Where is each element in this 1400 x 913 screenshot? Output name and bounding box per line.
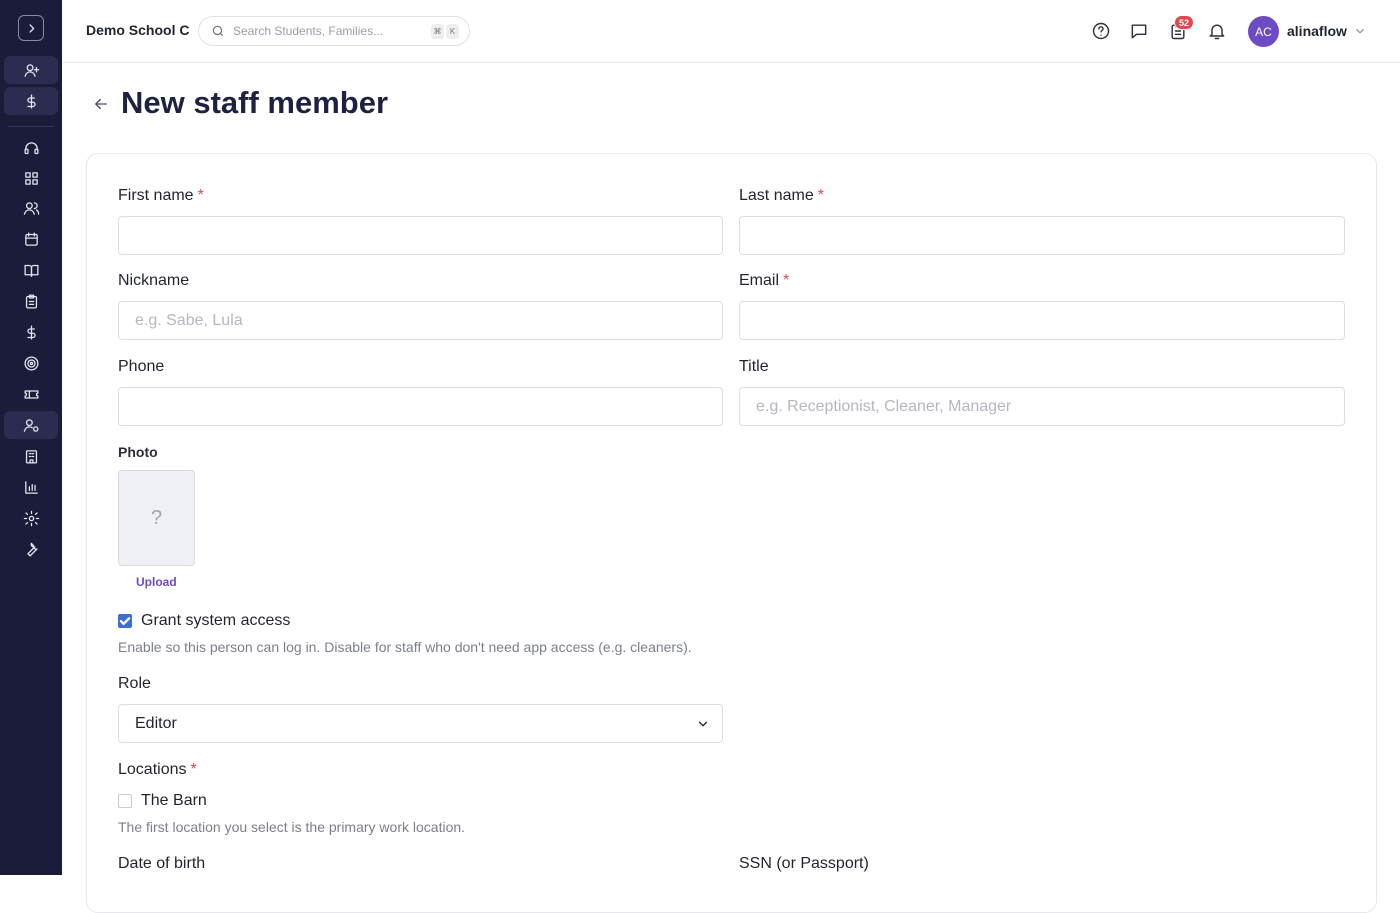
search-input[interactable]: Search Students, Families... ⌘ K xyxy=(198,16,470,46)
avatar[interactable]: AC xyxy=(1248,16,1279,47)
calendar-icon xyxy=(24,231,38,246)
notification-count-badge: 52 xyxy=(1174,15,1195,30)
location-option-label[interactable]: The Barn xyxy=(141,792,207,810)
chat-icon xyxy=(1131,24,1147,39)
photo-placeholder-glyph: ? xyxy=(150,506,163,529)
sidebar-item-settings[interactable] xyxy=(4,504,58,532)
book-icon xyxy=(23,264,39,277)
dashboard-icon xyxy=(24,171,38,185)
first-name-field[interactable] xyxy=(118,216,723,255)
sidebar-item-reports[interactable] xyxy=(4,473,58,501)
sidebar-item-assessments[interactable] xyxy=(4,287,58,315)
checkmark-icon xyxy=(119,617,131,625)
required-marker: * xyxy=(817,187,824,204)
ticket-icon xyxy=(23,389,39,399)
sidebar-item-school[interactable] xyxy=(4,442,58,470)
photo-label: Photo xyxy=(118,444,158,460)
sidebar-item-curriculum[interactable] xyxy=(4,256,58,284)
sidebar-item-billing[interactable] xyxy=(4,87,58,115)
phone-label: Phone xyxy=(118,358,165,375)
user-plus-icon xyxy=(23,63,39,77)
notifications-button[interactable] xyxy=(1207,21,1227,41)
ssn-label: SSN (or Passport) xyxy=(739,855,869,872)
email-label: Email * xyxy=(739,272,790,289)
phone-field[interactable] xyxy=(118,387,723,426)
clipboard-icon xyxy=(25,293,37,309)
dollar-icon xyxy=(26,93,36,109)
user-name[interactable]: alinaflow xyxy=(1287,23,1347,39)
sidebar-item-calendar[interactable] xyxy=(4,225,58,253)
grant-access-checkbox[interactable] xyxy=(118,614,132,628)
grant-access-help: Enable so this person can log in. Disabl… xyxy=(118,639,692,655)
chevron-down-icon xyxy=(698,721,708,727)
search-icon xyxy=(212,25,224,37)
nickname-label: Nickname xyxy=(118,272,190,289)
required-marker: * xyxy=(783,272,790,289)
sidebar-item-support[interactable] xyxy=(4,134,58,162)
building-icon xyxy=(25,449,37,464)
shortcut-key: ⌘ xyxy=(431,24,444,39)
title-field[interactable]: e.g. Receptionist, Cleaner, Manager xyxy=(739,387,1345,426)
sidebar-expand-button[interactable] xyxy=(18,15,44,41)
chevron-down-icon xyxy=(1356,28,1364,34)
dollar-icon xyxy=(26,324,36,340)
gear-icon xyxy=(23,510,39,526)
shortcut-key: K xyxy=(446,24,459,39)
title-label: Title xyxy=(739,358,769,375)
headset-icon xyxy=(23,141,39,154)
messages-button[interactable] xyxy=(1129,21,1149,41)
nickname-placeholder: e.g. Sabe, Lula xyxy=(135,311,243,329)
sidebar-item-staff[interactable] xyxy=(4,411,58,439)
chevron-right-icon xyxy=(28,23,34,33)
sidebar-item-add-person[interactable] xyxy=(4,56,58,84)
required-marker: * xyxy=(190,761,197,778)
role-label: Role xyxy=(118,675,151,692)
nickname-field[interactable]: e.g. Sabe, Lula xyxy=(118,301,723,340)
last-name-field[interactable] xyxy=(739,216,1345,255)
last-name-label: Last name * xyxy=(739,187,824,204)
wrench-icon xyxy=(26,542,38,557)
sidebar-item-tools[interactable] xyxy=(4,535,58,563)
chart-icon xyxy=(24,480,38,494)
sidebar xyxy=(0,0,62,875)
required-marker: * xyxy=(197,187,204,204)
sidebar-item-goals[interactable] xyxy=(4,349,58,377)
sidebar-item-events[interactable] xyxy=(4,380,58,408)
sidebar-item-finance[interactable] xyxy=(4,318,58,346)
user-menu-toggle[interactable] xyxy=(1353,24,1367,38)
search-placeholder: Search Students, Families... xyxy=(233,24,384,38)
date-of-birth-label: Date of birth xyxy=(118,855,206,872)
bell-icon xyxy=(1209,24,1225,40)
role-selected-value: Editor xyxy=(135,714,177,732)
user-settings-icon xyxy=(23,418,39,432)
select-arrow xyxy=(696,717,710,731)
school-name[interactable]: Demo School C xyxy=(86,22,189,38)
location-checkbox-the-barn[interactable] xyxy=(118,794,132,808)
locations-label: Locations * xyxy=(118,761,197,778)
title-placeholder: e.g. Receptionist, Cleaner, Manager xyxy=(756,397,1012,415)
back-button[interactable] xyxy=(92,95,110,113)
help-button[interactable] xyxy=(1091,21,1111,41)
target-icon xyxy=(23,355,39,371)
page-title: New staff member xyxy=(121,85,389,120)
first-name-label: First name * xyxy=(118,187,204,204)
photo-placeholder[interactable]: ? xyxy=(118,470,195,566)
grant-access-label[interactable]: Grant system access xyxy=(141,612,290,630)
sidebar-item-dashboard[interactable] xyxy=(4,164,58,192)
top-header: Demo School C Search Students, Families.… xyxy=(62,0,1400,63)
staff-form-card xyxy=(86,153,1377,913)
sidebar-item-people[interactable] xyxy=(4,194,58,222)
locations-help: The first location you select is the pri… xyxy=(118,819,466,835)
users-icon xyxy=(23,201,39,215)
upload-photo-link[interactable]: Upload xyxy=(136,575,177,589)
email-field[interactable] xyxy=(739,301,1345,340)
help-circle-icon xyxy=(1092,22,1110,40)
arrow-left-icon xyxy=(95,98,107,110)
sidebar-divider xyxy=(8,126,54,127)
role-select[interactable]: Editor xyxy=(118,704,723,743)
